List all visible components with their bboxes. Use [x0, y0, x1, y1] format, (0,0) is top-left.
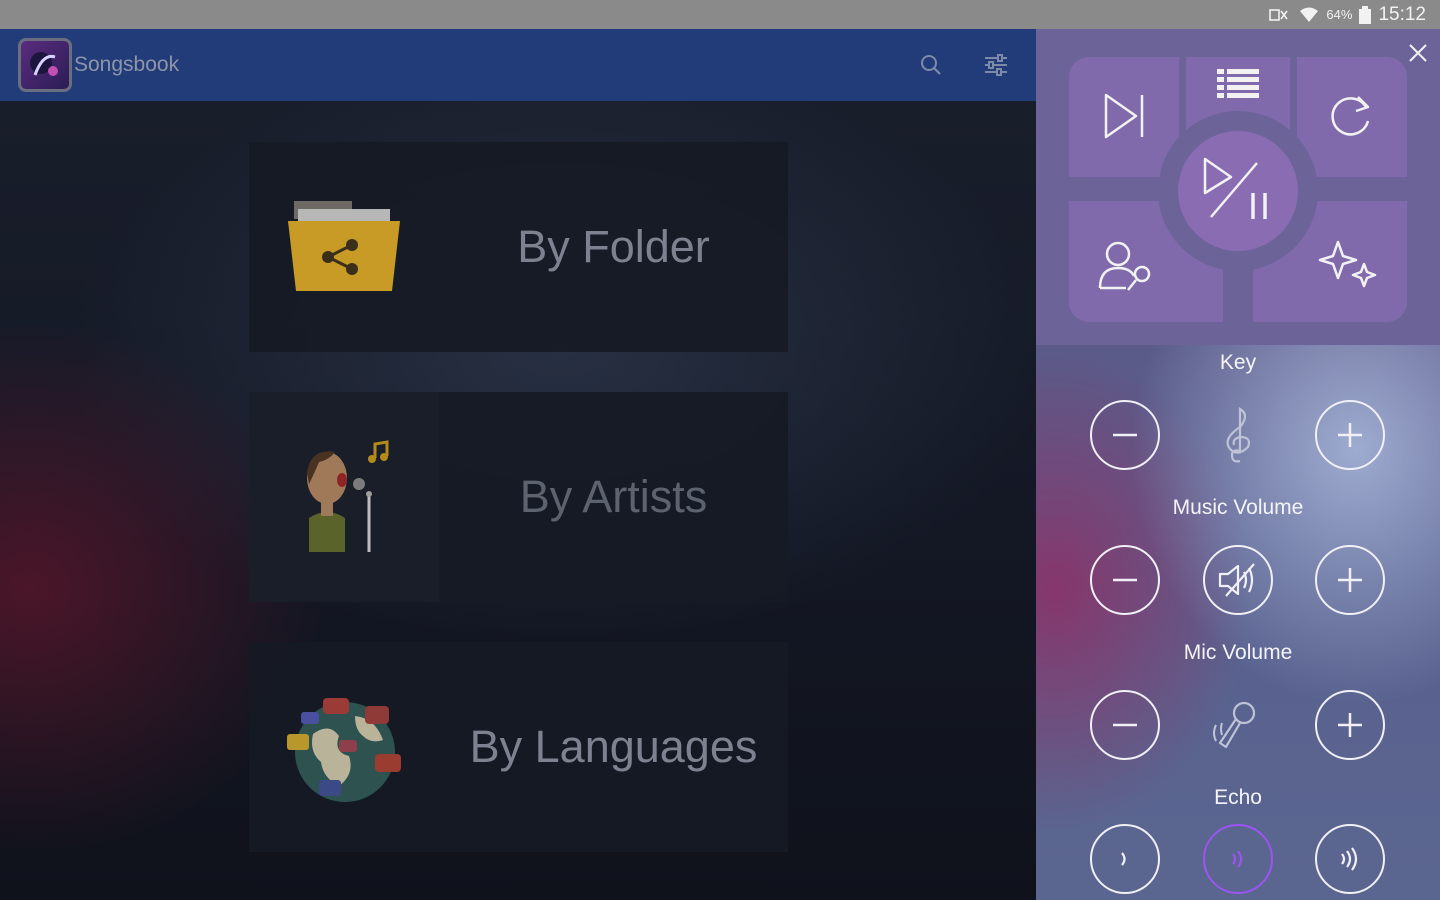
category-card-languages[interactable]: By Languages	[249, 642, 788, 852]
playlist-grid-icon	[1216, 65, 1260, 105]
music-mute-button[interactable]	[1203, 545, 1273, 615]
vocal-mic-user-icon	[1095, 237, 1159, 293]
mic-volume-decrease-button[interactable]	[1090, 690, 1160, 760]
echo-high-button[interactable]	[1315, 824, 1385, 894]
play-pause-button[interactable]	[1178, 131, 1298, 251]
key-decrease-button[interactable]	[1090, 400, 1160, 470]
music-volume-decrease-button[interactable]	[1090, 545, 1160, 615]
clock: 15:12	[1378, 3, 1426, 25]
key-increase-button[interactable]	[1315, 400, 1385, 470]
music-volume-increase-button[interactable]	[1315, 545, 1385, 615]
shared-folder-icon	[249, 142, 439, 352]
skip-next-icon	[1099, 91, 1149, 141]
echo-medium-button[interactable]	[1203, 824, 1273, 894]
status-bar: 64% 15:12	[0, 0, 1440, 29]
key-label: Key	[1219, 351, 1257, 374]
app-main: Songsbook By Folder By Artists By Langua…	[0, 29, 1036, 900]
echo-label: Echo	[1214, 786, 1262, 809]
echo-high-icon	[1333, 842, 1367, 876]
category-card-artists[interactable]: By Artists	[249, 392, 788, 602]
category-label: By Artists	[519, 471, 708, 522]
echo-medium-icon	[1223, 844, 1253, 874]
microphone-icon	[1203, 690, 1273, 760]
search-icon[interactable]	[917, 51, 945, 79]
close-icon[interactable]	[1404, 39, 1432, 67]
app-toolbar: Songsbook	[0, 29, 1036, 101]
filter-sliders-icon[interactable]	[982, 51, 1010, 79]
echo-low-icon	[1110, 844, 1140, 874]
app-title: Songsbook	[74, 53, 180, 76]
battery-icon	[1358, 5, 1372, 25]
mic-volume-label: Mic Volume	[1183, 641, 1293, 664]
echo-low-button[interactable]	[1090, 824, 1160, 894]
category-label: By Folder	[517, 221, 710, 272]
sparkle-effects-icon	[1317, 239, 1381, 291]
music-volume-label: Music Volume	[1172, 496, 1304, 519]
next-button[interactable]	[1069, 57, 1179, 177]
category-card-folder[interactable]: By Folder	[249, 142, 788, 352]
globe-chat-icon	[249, 642, 439, 852]
treble-clef-icon	[1203, 400, 1273, 470]
category-label: By Languages	[469, 721, 758, 772]
repeat-button[interactable]	[1297, 57, 1407, 177]
singer-icon	[249, 392, 439, 602]
karaoke-control-panel: Key Music Volume Mic Volume Echo	[1036, 29, 1440, 900]
wifi-icon	[1298, 6, 1320, 24]
battery-percent: 64%	[1326, 7, 1353, 22]
repeat-icon	[1327, 91, 1377, 141]
mic-volume-increase-button[interactable]	[1315, 690, 1385, 760]
songsbook-logo-icon[interactable]	[18, 38, 72, 92]
speaker-mute-icon	[1216, 562, 1260, 598]
play-pause-icon	[1201, 157, 1275, 225]
mute-vibrate-icon	[1268, 6, 1292, 24]
